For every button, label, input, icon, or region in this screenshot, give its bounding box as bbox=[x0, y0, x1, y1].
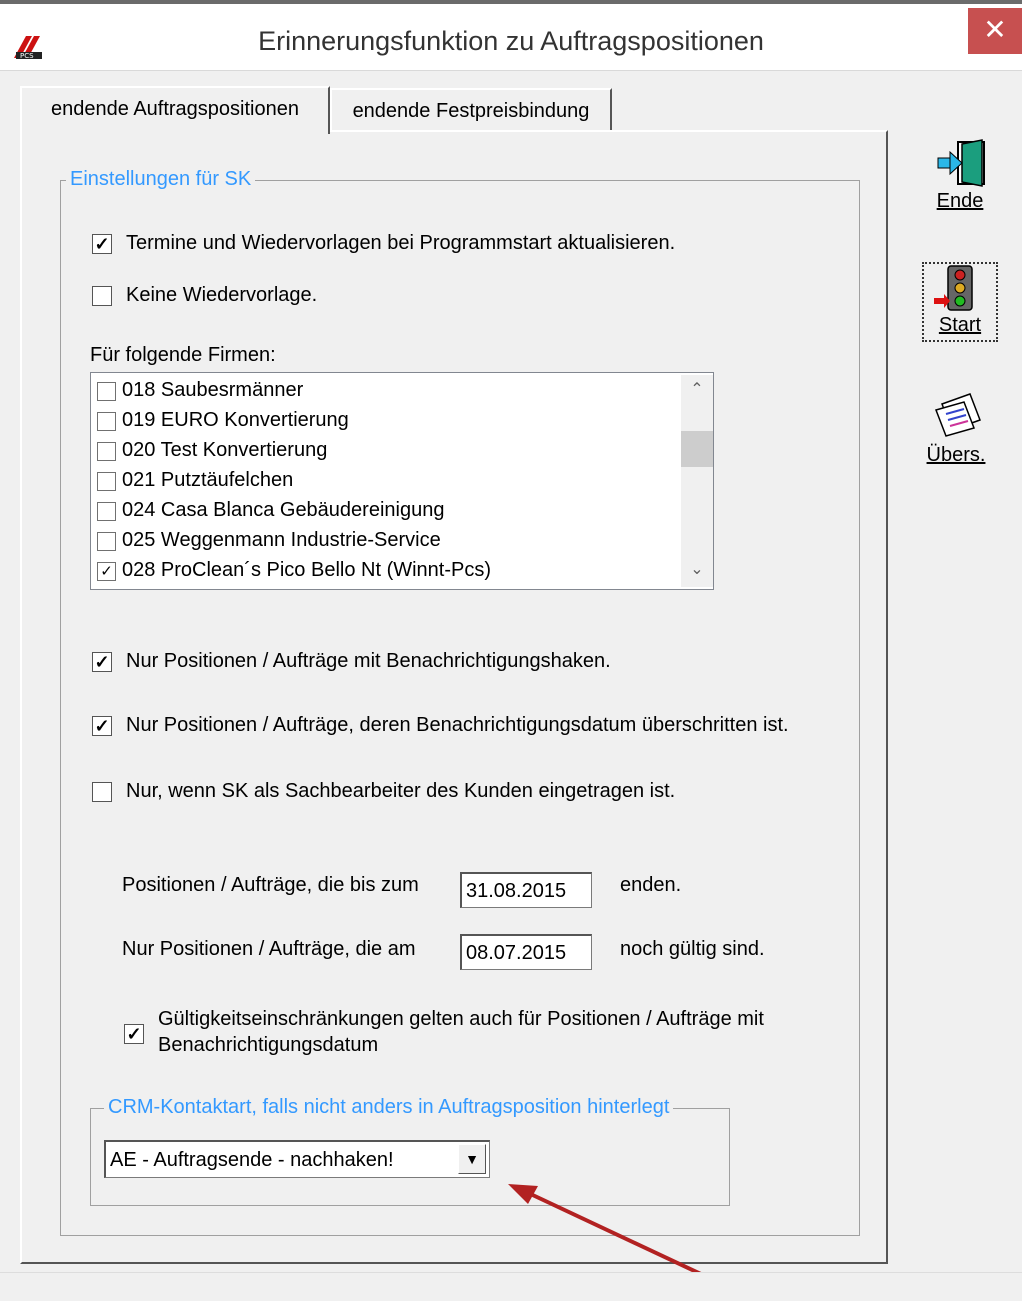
tab-endende-auftragspositionen[interactable]: endende Auftragspositionen bbox=[20, 86, 330, 134]
window-bottom-edge bbox=[0, 1272, 1022, 1301]
annotation-arrow bbox=[508, 1184, 753, 1300]
